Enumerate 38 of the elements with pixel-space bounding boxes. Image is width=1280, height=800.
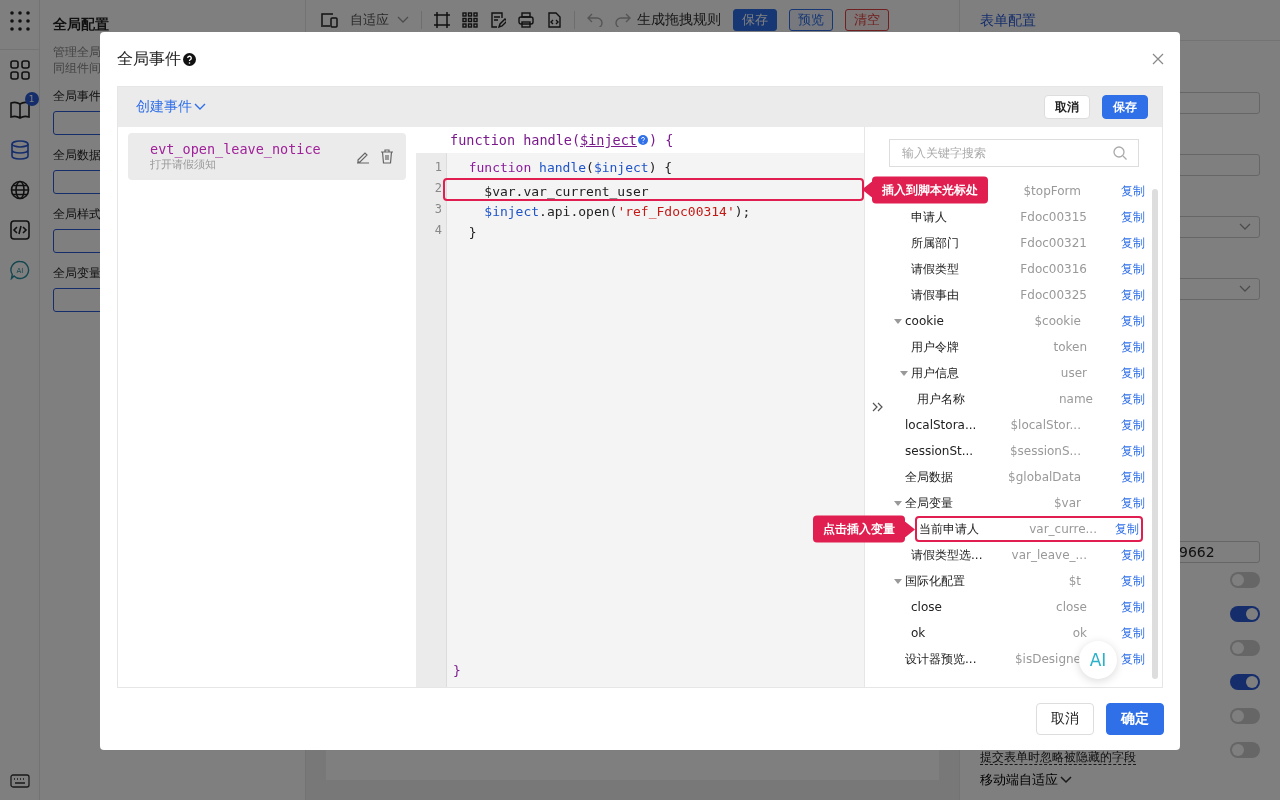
variable-key: $isDesigne [1001,652,1081,666]
function-signature: function handle($inject ) { [450,132,674,148]
line-number: 3 [433,201,443,218]
variable-key: close [1007,600,1087,614]
field-label: 全局数据 [53,147,101,164]
code-line: function handle($inject) { [467,160,673,175]
code-line: $var.var_current_user [483,184,649,199]
count-badge: 1 [24,92,39,106]
variable-key: name [1013,392,1093,406]
variable-key: $sessionS... [1001,444,1081,458]
variable-key: $var [1001,496,1081,510]
variable-key: $topForm [1001,184,1081,198]
line-number: 1 [433,159,443,176]
panel-title: 全局配置 [53,16,110,34]
variable-key: ok [1007,626,1087,640]
field-label: 全局事件 [53,88,101,105]
variable-key: $cookie [1001,314,1081,328]
code-line: } [452,663,462,680]
variable-key: var_curre... [1017,522,1097,536]
variable-key: $localStor... [1001,418,1081,432]
code-line: $inject.api.open('ref_Fdoc00314'); [483,204,751,219]
variable-key: Fdoc00325 [1007,288,1087,302]
field-label: 全局变量 [53,265,101,282]
line-number: 2 [433,180,443,197]
variable-key: $t [1001,574,1081,588]
dialog-title: 全局事件 [117,48,181,70]
line-number: 4 [433,222,443,239]
event-name: evt_open_leave_notice [150,141,322,157]
event-description: 打开请假须知 [150,157,216,172]
variable-key: token [1007,340,1087,354]
variable-key: var_leave_... [1007,548,1087,562]
variable-key: Fdoc00315 [1007,210,1087,224]
field-label: 全局样式 [53,206,101,223]
variable-key: $globalData [1001,470,1081,484]
variable-key: user [1007,366,1087,380]
variable-key: Fdoc00316 [1007,262,1087,276]
code-line: } [467,225,477,240]
variable-key: Fdoc00321 [1007,236,1087,250]
